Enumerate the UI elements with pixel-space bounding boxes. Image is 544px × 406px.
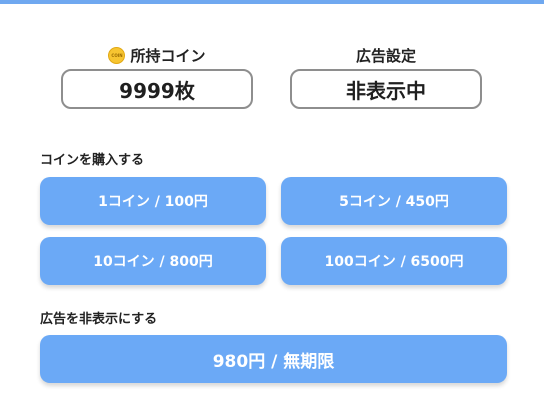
coin-balance-panel: COIN 所持コイン 9999枚 bbox=[61, 44, 253, 109]
ad-setting-label-row: 広告設定 bbox=[290, 44, 482, 66]
ad-setting-label: 広告設定 bbox=[355, 46, 416, 65]
ad-setting-value: 非表示中 bbox=[290, 69, 482, 109]
buy-5-coins-button[interactable]: 5コイン / 450円 bbox=[281, 177, 507, 225]
purchase-coins-heading: コインを購入する bbox=[40, 153, 145, 168]
top-accent-bar bbox=[0, 0, 544, 4]
coin-balance-label-row: COIN 所持コイン bbox=[61, 44, 253, 66]
coin-icon: COIN bbox=[108, 46, 126, 64]
remove-ads-heading: 広告を非表示にする bbox=[40, 312, 158, 327]
ad-setting-panel: 広告設定 非表示中 bbox=[290, 44, 482, 109]
buy-1-coin-button[interactable]: 1コイン / 100円 bbox=[40, 177, 266, 225]
coin-balance-label: 所持コイン bbox=[130, 46, 206, 65]
remove-ads-button[interactable]: 980円 / 無期限 bbox=[40, 335, 507, 383]
coin-balance-value: 9999枚 bbox=[61, 69, 253, 109]
buy-10-coins-button[interactable]: 10コイン / 800円 bbox=[40, 237, 266, 285]
buy-100-coins-button[interactable]: 100コイン / 6500円 bbox=[281, 237, 507, 285]
